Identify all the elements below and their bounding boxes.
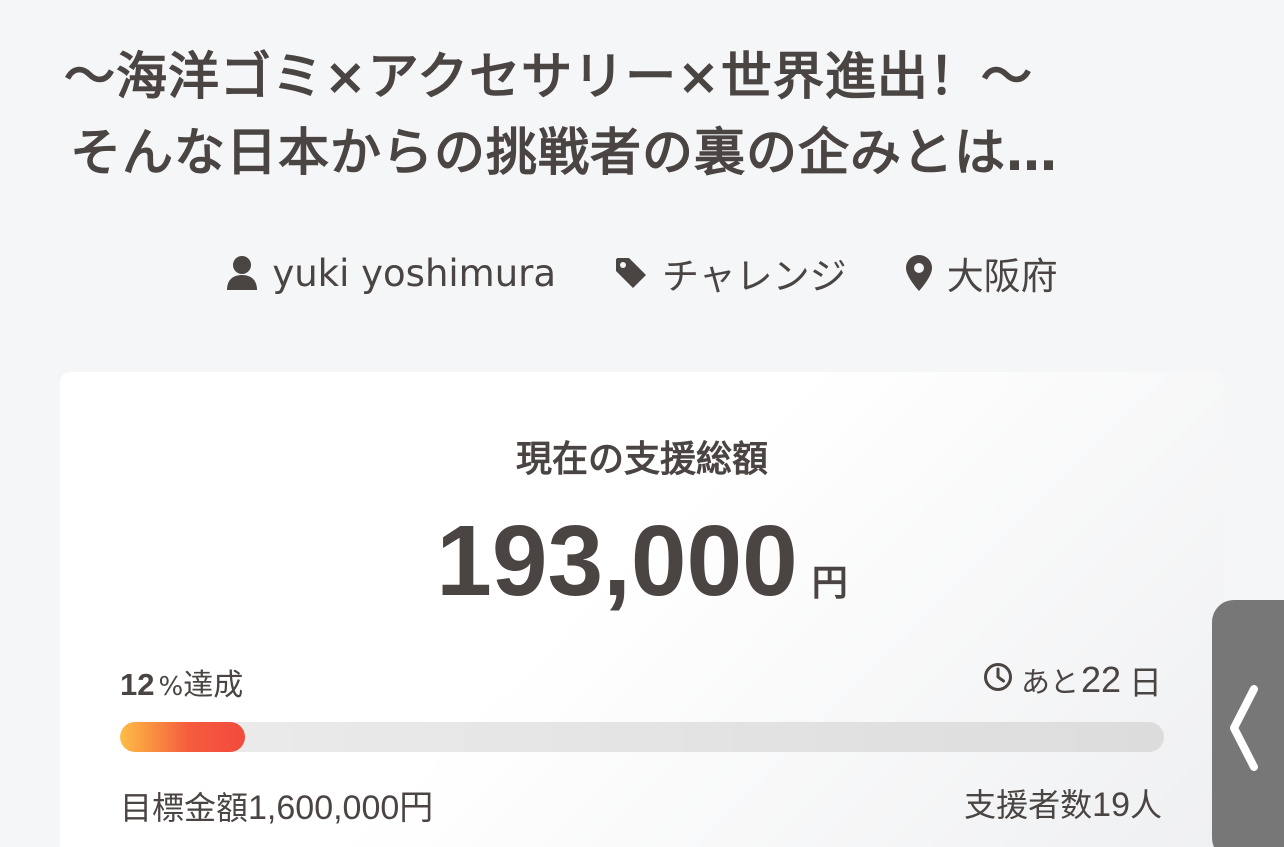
funding-card: 現在の支援総額 193,000 円 12 % 達成 あと 22 日 目標金額1,…	[60, 372, 1224, 847]
goal-amount: 目標金額1,600,000円	[120, 780, 433, 829]
supporters-label: 支援者数	[964, 786, 1093, 824]
funding-heading: 現在の支援総額	[515, 439, 768, 480]
map-pin-icon	[905, 254, 933, 292]
funding-amount-row: 193,000 円	[60, 504, 1224, 619]
funding-amount: 193,000	[436, 505, 798, 617]
chevron-left-icon	[1226, 683, 1260, 777]
clock-icon	[983, 662, 1021, 699]
achievement-rate: 12 % 達成	[120, 660, 243, 704]
location-name: 大阪府	[946, 255, 1058, 298]
project-title-line1: 〜海洋ゴミ×アクセサリー×世界進出！〜	[64, 48, 1033, 107]
achievement-label: 達成	[183, 668, 244, 703]
category-name: チャレンジ	[662, 255, 847, 298]
supporters-count: 支援者数19人	[964, 780, 1162, 826]
goal-label: 目標金額	[120, 789, 249, 827]
funding-amount-unit: 円	[811, 563, 848, 604]
funding-progress-fill	[120, 722, 246, 752]
achievement-percent: 12	[120, 667, 155, 702]
user-icon	[226, 255, 258, 291]
supporters-number: 19	[1092, 786, 1130, 824]
project-title-line2: そんな日本からの挑戦者の裏の企みとは…	[70, 124, 1059, 183]
location-link[interactable]: 大阪府	[905, 246, 1058, 300]
side-drawer-tab[interactable]	[1212, 600, 1284, 847]
project-meta: yuki yoshimura チャレンジ 大阪府	[0, 246, 1284, 300]
project-title: 〜海洋ゴミ×アクセサリー×世界進出！〜 そんな日本からの挑戦者の裏の企みとは…	[64, 40, 1224, 192]
funding-progress-bar	[120, 722, 1164, 752]
author-name: yuki yoshimura	[272, 251, 557, 295]
tag-icon	[614, 256, 648, 290]
achievement-percent-sign: %	[158, 672, 184, 702]
category-link[interactable]: チャレンジ	[614, 246, 847, 300]
remaining-prefix: あと	[1020, 665, 1079, 699]
supporters-unit: 人	[1129, 786, 1162, 824]
goal-value: 1,600,000円	[248, 789, 434, 827]
project-page: 〜海洋ゴミ×アクセサリー×世界進出！〜 そんな日本からの挑戦者の裏の企みとは… …	[0, 0, 1284, 847]
remaining-days: あと 22 日	[983, 656, 1162, 704]
author-link[interactable]: yuki yoshimura	[226, 252, 556, 295]
remaining-days-unit: 日	[1129, 663, 1162, 702]
remaining-days-count: 22	[1080, 659, 1121, 700]
